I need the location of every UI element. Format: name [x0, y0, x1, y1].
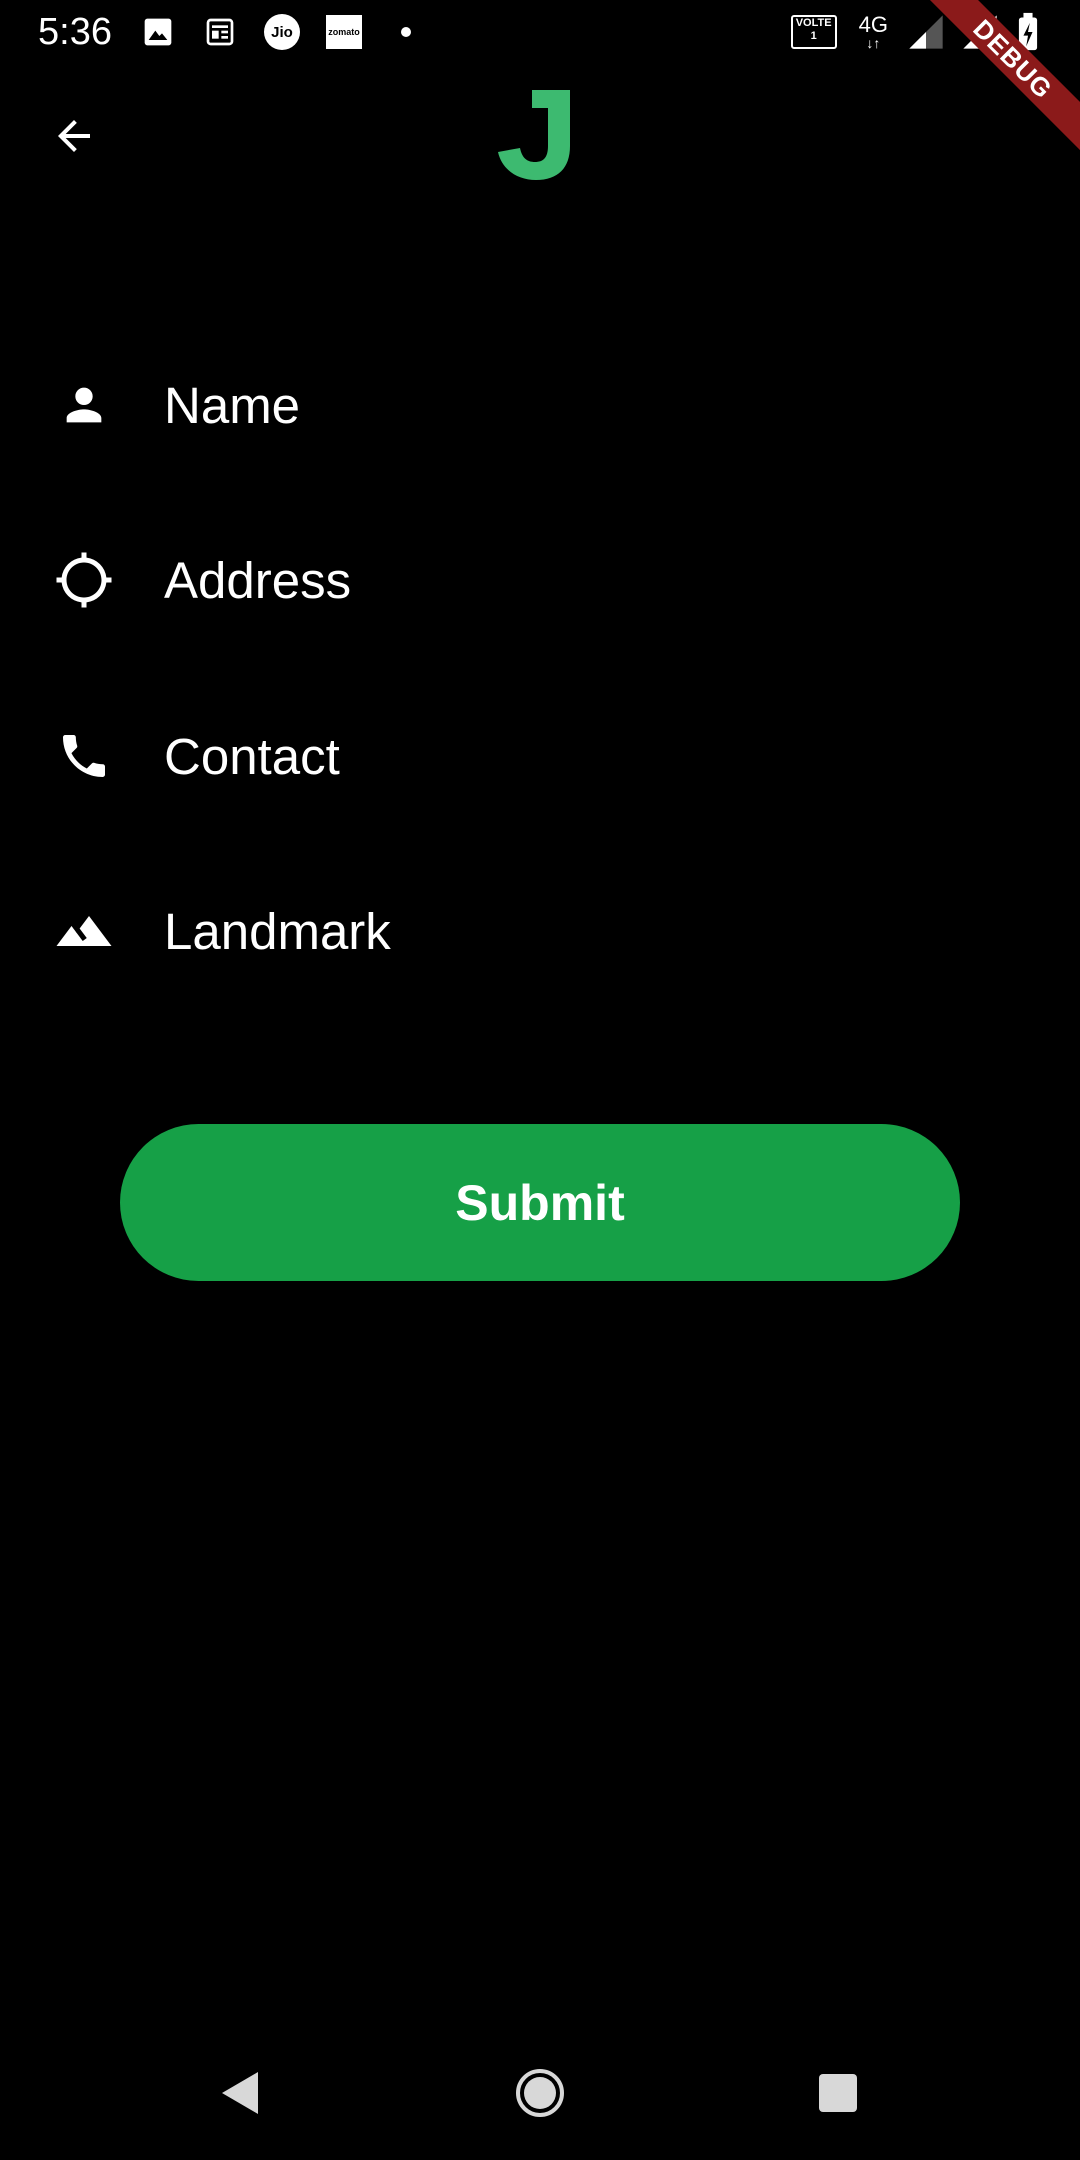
address-field[interactable]: Address — [54, 530, 1014, 630]
contact-field[interactable]: Contact — [54, 706, 1014, 806]
gallery-icon — [140, 14, 176, 50]
landmark-label: Landmark — [164, 902, 391, 960]
status-bar: 5:36 Jio zomato VOLTE 1 4G ↓↑ — [0, 0, 1080, 66]
person-icon — [54, 375, 114, 435]
news-icon — [202, 14, 238, 50]
volte-sim-label: 1 — [810, 30, 817, 42]
recents-square-icon — [819, 2074, 857, 2112]
signal-icon — [909, 15, 943, 49]
landscape-icon — [54, 901, 114, 961]
jio-label: Jio — [264, 14, 300, 50]
network-label: 4G — [858, 12, 888, 37]
nav-recents-button[interactable] — [803, 2058, 873, 2128]
name-label: Name — [164, 376, 301, 434]
notification-icons: Jio zomato — [140, 12, 450, 52]
phone-icon — [54, 726, 114, 786]
volte-icon: VOLTE 1 — [790, 15, 837, 49]
nav-back-button[interactable] — [205, 2058, 275, 2128]
gps-target-icon — [54, 550, 114, 610]
nav-home-button[interactable] — [505, 2058, 575, 2128]
contact-label: Contact — [164, 727, 340, 785]
home-circle-icon — [516, 2069, 564, 2117]
submit-button[interactable]: Submit — [120, 1124, 960, 1281]
name-field[interactable]: Name — [54, 355, 1014, 455]
zomato-icon: zomato — [326, 14, 362, 50]
zomato-label: zomato — [326, 15, 362, 49]
navigation-bar — [0, 2030, 1080, 2160]
dot-icon — [388, 14, 424, 50]
landmark-field[interactable]: Landmark — [54, 881, 1014, 981]
address-label: Address — [164, 551, 352, 609]
back-triangle-icon — [222, 2072, 258, 2114]
jio-icon: Jio — [264, 14, 300, 50]
volte-label: VOLTE — [795, 17, 832, 29]
network-4g-icon: 4G ↓↑ — [858, 12, 888, 51]
back-button[interactable] — [44, 106, 104, 166]
arrow-back-icon — [58, 120, 90, 152]
logo-j — [498, 90, 570, 180]
status-time: 5:36 — [38, 11, 112, 53]
